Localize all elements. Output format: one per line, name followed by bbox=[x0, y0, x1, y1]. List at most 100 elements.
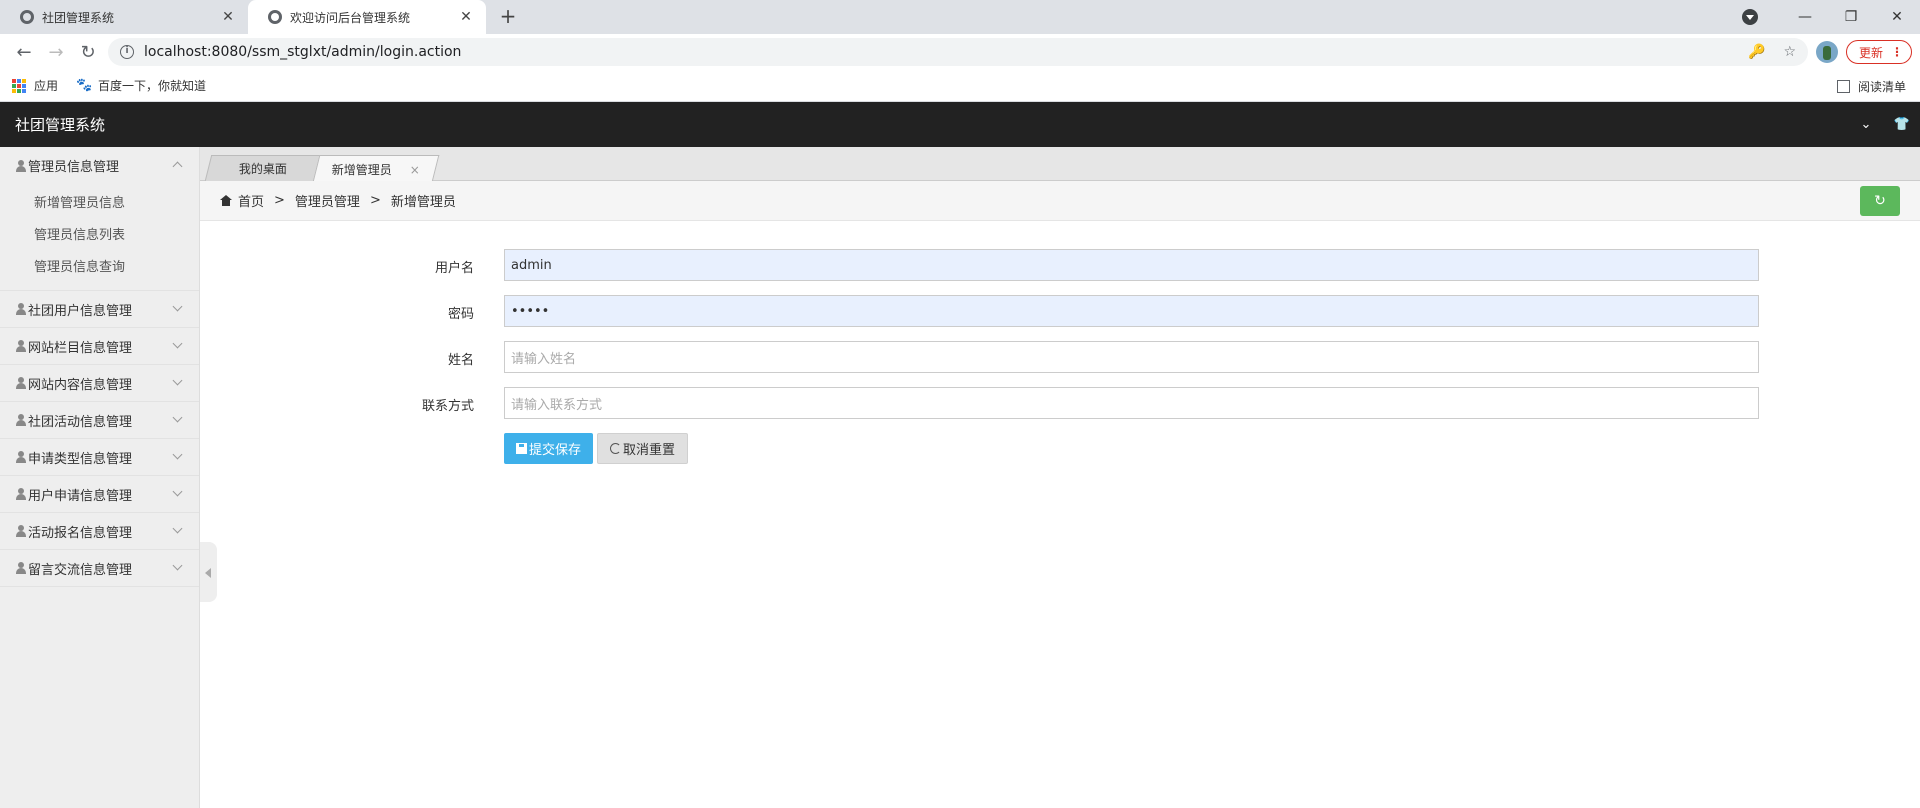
user-icon bbox=[16, 414, 26, 426]
user-icon bbox=[16, 562, 26, 574]
save-icon bbox=[516, 443, 527, 454]
form-row-password: 密码 ••••• bbox=[200, 295, 1920, 341]
sidebar-group-club-activities[interactable]: 社团活动信息管理 bbox=[0, 402, 199, 439]
sidebar-group-label: 申请类型信息管理 bbox=[28, 451, 133, 467]
bookmarks-bar: 应用 🐾 百度一下，你就知道 阅读清单 bbox=[0, 70, 1920, 102]
tab-add-admin[interactable]: 新增管理员 × bbox=[312, 155, 440, 182]
user-icon bbox=[16, 340, 26, 352]
browser-tab-title: 社团管理系统 bbox=[42, 10, 115, 25]
sidebar-group-label: 社团用户信息管理 bbox=[28, 303, 133, 319]
sidebar-group-label: 留言交流信息管理 bbox=[28, 562, 133, 578]
chevron-down-icon bbox=[172, 449, 183, 460]
sidebar-group-label: 活动报名信息管理 bbox=[28, 525, 133, 541]
reading-list-icon bbox=[1836, 80, 1850, 93]
close-icon[interactable]: × bbox=[410, 162, 420, 176]
name-field[interactable]: 请输入姓名 bbox=[504, 341, 1759, 373]
url-text[interactable]: localhost:8080/ssm_stglxt/admin/login.ac… bbox=[144, 44, 1730, 60]
form-row-name: 姓名 请输入姓名 bbox=[200, 341, 1920, 387]
user-icon bbox=[16, 451, 26, 463]
page-tabs-bar: 我的桌面 新增管理员 × bbox=[200, 147, 1920, 182]
site-info-icon[interactable]: i bbox=[120, 45, 134, 59]
sidebar-group-club-users[interactable]: 社团用户信息管理 bbox=[0, 291, 199, 328]
sidebar-group-user-applications[interactable]: 用户申请信息管理 bbox=[0, 476, 199, 513]
profile-avatar[interactable] bbox=[1815, 41, 1838, 63]
form-row-buttons: 提交保存 取消重置 bbox=[200, 433, 1920, 479]
password-label: 密码 bbox=[447, 307, 474, 322]
close-window-button[interactable]: ✕ bbox=[1874, 9, 1920, 25]
breadcrumb: 首页 > 管理员管理 > 新增管理员 ↻ bbox=[200, 181, 1920, 221]
update-label: 更新 bbox=[1858, 45, 1883, 60]
contact-placeholder: 请输入联系方式 bbox=[511, 397, 603, 413]
sidebar-group-site-columns[interactable]: 网站栏目信息管理 bbox=[0, 328, 199, 365]
browser-tab-1[interactable]: 社团管理系统 ✕ bbox=[0, 0, 248, 34]
baidu-paw-icon: 🐾 bbox=[76, 77, 93, 93]
chevron-down-icon bbox=[172, 560, 183, 571]
omnibox[interactable]: i localhost:8080/ssm_stglxt/admin/login.… bbox=[108, 38, 1808, 66]
main-content: 我的桌面 新增管理员 × 首页 > 管理员管理 > 新增管理员 ↻ 用户名 ad… bbox=[200, 147, 1920, 808]
reload-button[interactable]: ↻ bbox=[72, 42, 104, 63]
bookmark-star-icon[interactable]: ☆ bbox=[1783, 44, 1796, 60]
update-button[interactable]: 更新 ⋮ bbox=[1845, 40, 1912, 64]
breadcrumb-level1[interactable]: 管理员管理 bbox=[295, 191, 360, 210]
user-icon bbox=[16, 377, 26, 389]
sidebar-group-apply-types[interactable]: 申请类型信息管理 bbox=[0, 439, 199, 476]
home-icon bbox=[220, 195, 232, 206]
breadcrumb-home[interactable]: 首页 bbox=[238, 191, 264, 210]
globe-icon bbox=[20, 10, 34, 24]
browser-tabstrip: 社团管理系统 ✕ 欢迎访问后台管理系统 ✕ + — ❐ ✕ bbox=[0, 0, 1920, 34]
sidebar-group-label: 网站内容信息管理 bbox=[28, 377, 133, 393]
minimize-button[interactable]: — bbox=[1782, 9, 1828, 25]
refresh-button[interactable]: ↻ bbox=[1860, 186, 1900, 216]
sidebar-group-label: 社团活动信息管理 bbox=[28, 414, 133, 430]
sidebar-group-label: 网站栏目信息管理 bbox=[28, 340, 133, 356]
sidebar-group-admin[interactable]: 管理员信息管理 bbox=[0, 147, 199, 184]
breadcrumb-separator: > bbox=[369, 193, 381, 208]
chevron-down-icon bbox=[172, 412, 183, 423]
password-field[interactable]: ••••• bbox=[504, 295, 1759, 327]
chevron-down-icon bbox=[172, 375, 183, 386]
sidebar-group-site-content[interactable]: 网站内容信息管理 bbox=[0, 365, 199, 402]
back-button[interactable]: ← bbox=[8, 42, 40, 63]
restore-button[interactable]: ❐ bbox=[1828, 9, 1874, 25]
sidebar: 管理员信息管理 新增管理员信息 管理员信息列表 管理员信息查询 社团用户信息管理… bbox=[0, 147, 200, 808]
chevron-down-icon[interactable]: ⌄ bbox=[1848, 117, 1884, 132]
bookmark-label: 应用 bbox=[34, 79, 59, 93]
forward-button[interactable]: → bbox=[40, 42, 72, 63]
username-label: 用户名 bbox=[434, 261, 474, 276]
sidebar-group-activity-signups[interactable]: 活动报名信息管理 bbox=[0, 513, 199, 550]
contact-label: 联系方式 bbox=[421, 399, 474, 414]
save-button[interactable]: 提交保存 bbox=[504, 433, 594, 464]
close-tab-icon[interactable]: ✕ bbox=[458, 9, 474, 25]
reading-list-button[interactable]: 阅读清单 bbox=[1836, 78, 1906, 95]
contact-field[interactable]: 请输入联系方式 bbox=[504, 387, 1759, 419]
browser-tab-title: 欢迎访问后台管理系统 bbox=[290, 10, 411, 25]
password-value: ••••• bbox=[511, 303, 550, 319]
name-placeholder: 请输入姓名 bbox=[511, 351, 577, 367]
tab-my-desktop[interactable]: 我的桌面 bbox=[204, 155, 322, 181]
reset-label: 取消重置 bbox=[623, 443, 676, 458]
bookmark-apps[interactable]: 应用 bbox=[12, 77, 58, 94]
sidebar-group-messages[interactable]: 留言交流信息管理 bbox=[0, 550, 199, 587]
chevron-down-icon bbox=[172, 338, 183, 349]
reset-icon bbox=[610, 443, 622, 454]
bookmark-baidu[interactable]: 🐾 百度一下，你就知道 bbox=[76, 77, 206, 94]
breadcrumb-separator: > bbox=[274, 193, 285, 208]
app-header: 社团管理系统 ⌄ 👕 bbox=[0, 102, 1920, 147]
new-tab-button[interactable]: + bbox=[496, 5, 520, 29]
sidebar-item-add-admin[interactable]: 新增管理员信息 bbox=[0, 188, 199, 220]
username-value: admin bbox=[511, 257, 552, 273]
theme-shirt-icon[interactable]: 👕 bbox=[1884, 117, 1920, 132]
sidebar-item-admin-list[interactable]: 管理员信息列表 bbox=[0, 220, 199, 252]
close-tab-icon[interactable]: ✕ bbox=[220, 9, 236, 25]
form-row-contact: 联系方式 请输入联系方式 bbox=[200, 387, 1920, 433]
key-icon[interactable]: 🔑 bbox=[1748, 44, 1765, 60]
user-icon bbox=[16, 303, 26, 315]
reset-button[interactable]: 取消重置 bbox=[597, 433, 689, 464]
chevron-down-icon bbox=[172, 486, 183, 497]
tab-search-icon[interactable] bbox=[1742, 9, 1758, 25]
reading-list-label: 阅读清单 bbox=[1857, 80, 1906, 94]
username-field[interactable]: admin bbox=[504, 249, 1759, 281]
tab-label: 新增管理员 bbox=[331, 162, 392, 177]
sidebar-item-admin-query[interactable]: 管理员信息查询 bbox=[0, 252, 199, 284]
browser-tab-2-active[interactable]: 欢迎访问后台管理系统 ✕ bbox=[248, 0, 486, 34]
